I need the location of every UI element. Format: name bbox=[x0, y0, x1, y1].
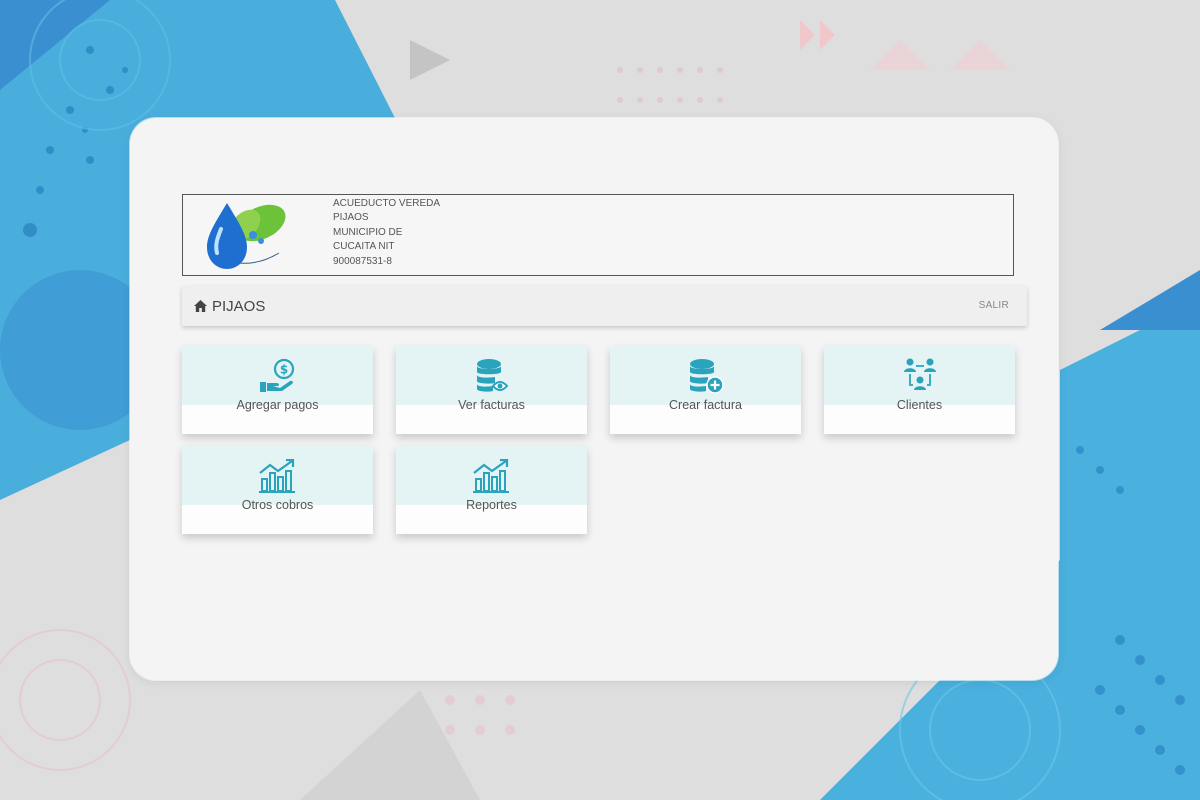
logout-link[interactable]: SALIR bbox=[979, 286, 1009, 326]
header-banner: ACUEDUCTO VEREDA PIJAOS MUNICIPIO DE CUC… bbox=[182, 194, 1014, 276]
tile-label: Ver facturas bbox=[458, 398, 525, 412]
org-line-2: PIJAOS bbox=[333, 212, 369, 224]
payment-hand-icon: $ bbox=[259, 358, 294, 392]
tile-label: Agregar pagos bbox=[236, 398, 319, 412]
organization-info: ACUEDUCTO VEREDA PIJAOS MUNICIPIO DE CUC… bbox=[333, 197, 440, 269]
org-line-1: ACUEDUCTO VEREDA bbox=[333, 198, 441, 209]
database-add-icon bbox=[689, 358, 724, 394]
navbar: PIJAOS SALIR bbox=[182, 286, 1027, 326]
tile-clientes[interactable]: Clientes bbox=[824, 346, 1015, 434]
tile-otros-cobros[interactable]: Otros cobros bbox=[182, 446, 373, 534]
tile-label: Crear factura bbox=[669, 398, 742, 412]
tile-label: Clientes bbox=[896, 398, 943, 412]
main-panel: ACUEDUCTO VEREDA PIJAOS MUNICIPIO DE CUC… bbox=[130, 118, 1058, 680]
tile-label: Otros cobros bbox=[241, 498, 314, 512]
clients-network-icon bbox=[903, 358, 936, 390]
organization-logo bbox=[207, 203, 286, 269]
org-nit: 900087531-8 bbox=[333, 255, 392, 267]
org-line-4: CUCAITA NIT bbox=[333, 241, 395, 253]
tile-ver-facturas[interactable]: Ver facturas bbox=[396, 346, 587, 434]
tile-reportes[interactable]: Reportes bbox=[396, 446, 587, 534]
brand-label: PIJAOS bbox=[212, 297, 266, 315]
home-link[interactable]: PIJAOS bbox=[194, 286, 265, 326]
org-line-3: MUNICIPIO DE bbox=[333, 226, 403, 238]
tile-agregar-pagos[interactable]: $ Agregar pagos bbox=[182, 346, 373, 434]
bar-chart-icon bbox=[472, 458, 509, 493]
tile-crear-factura[interactable]: Crear factura bbox=[610, 346, 801, 434]
tile-label: Reportes bbox=[466, 498, 517, 512]
home-icon bbox=[194, 300, 207, 312]
database-view-icon bbox=[476, 358, 508, 392]
bar-chart-icon bbox=[258, 458, 295, 493]
svg-text:$: $ bbox=[279, 362, 287, 376]
